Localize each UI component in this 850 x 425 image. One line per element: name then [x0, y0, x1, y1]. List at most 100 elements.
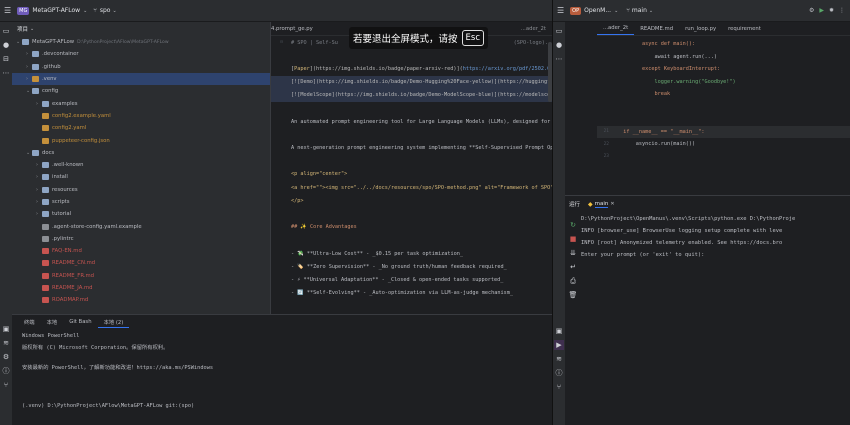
tree-item[interactable]: › .well-known [12, 159, 270, 171]
print-icon[interactable]: ⎙ [568, 276, 578, 286]
problems-icon[interactable]: ⓘ [554, 368, 564, 378]
tree-item[interactable]: ⌄ MetaGPT-AFLow D:\PythonProject\AFlow\Met… [12, 36, 270, 48]
tree-item[interactable]: .agent-store-config.yaml.example [12, 220, 270, 232]
close-icon[interactable]: ✕ [610, 201, 614, 207]
wrap-icon[interactable]: ↵ [568, 262, 578, 272]
layers-icon[interactable]: ≋ [1, 338, 11, 348]
tree-item-label: .devcontainer [42, 51, 79, 58]
editor-tab[interactable]: README.md [634, 23, 679, 35]
github-icon[interactable]: ● [1, 40, 11, 50]
menu-icon[interactable]: ☰ [4, 6, 11, 15]
run-config-icon[interactable]: ⚙ [809, 7, 814, 14]
run-icon[interactable]: ▶ [819, 7, 824, 14]
tree-item[interactable]: config2.yaml [12, 122, 270, 134]
terminal-tab[interactable]: 本地 [41, 316, 64, 328]
editor-tab[interactable]: ...ader_2t [521, 26, 546, 32]
project-tree: ⌄ MetaGPT-AFLow D:\PythonProject\AFlow\Met… [12, 36, 270, 307]
file-icon [42, 112, 49, 119]
terminal-tab[interactable]: Git Bash [63, 316, 97, 328]
tree-item[interactable]: › .venv [12, 72, 270, 86]
tree-item-label: puppeteer-config.json [52, 137, 110, 144]
line-number: 23 [603, 154, 609, 160]
tree-item[interactable]: › .github [12, 61, 270, 73]
terminal-output[interactable]: Windows PowerShell 版权所有 (C) Microsoft Cor… [12, 329, 552, 417]
panel-title[interactable]: 项目 [17, 25, 28, 33]
tree-item-label: .pylintrc [52, 235, 74, 242]
code-token: - 🏷️ **Zero Supervision** - _No ground t… [291, 263, 507, 270]
tree-item[interactable]: FAQ-EN.md [12, 245, 270, 257]
structure-icon[interactable]: ⊟ [1, 54, 11, 64]
tree-item[interactable]: puppeteer-config.json [12, 134, 270, 146]
code-token: if __name__ == "__main__": [617, 128, 705, 135]
tree-item[interactable]: › scripts [12, 196, 270, 208]
tree-item[interactable]: › examples [12, 97, 270, 109]
tree-item[interactable]: .pylintrc [12, 233, 270, 245]
stop-icon[interactable]: ■ [568, 234, 578, 244]
tree-item[interactable]: › resources [12, 184, 270, 196]
tree-item-label: config2.yaml [52, 125, 87, 132]
project-name[interactable]: MetaGPT-AFLow [32, 7, 80, 14]
terminal-tab[interactable]: 终端 [18, 316, 41, 328]
more-icon[interactable]: ⋯ [554, 54, 564, 64]
menu-icon[interactable]: ☰ [557, 6, 564, 15]
services-icon[interactable]: ⚙ [1, 352, 11, 362]
code-content[interactable]: async def main(): await agent.run(...) e… [597, 38, 850, 194]
tree-item-label: README_FR.md [52, 272, 95, 279]
editor-tab[interactable]: run_loop.py [679, 23, 722, 35]
rerun-icon[interactable]: ↻ [568, 220, 578, 230]
python-console-icon[interactable]: ▣ [554, 326, 564, 336]
tree-item[interactable]: README_JA.md [12, 282, 270, 294]
git-icon[interactable]: ⑂ [554, 382, 564, 392]
code-token: <a href=""><img src="../../docs/resource… [291, 184, 566, 191]
code-token: [![ModelScope](https://img.shields.io/ba… [291, 92, 566, 99]
branch-name[interactable]: spo [100, 7, 111, 14]
folder-icon [42, 174, 49, 181]
editor-tab[interactable]: 4.prompt_ge.py [271, 26, 313, 32]
tree-item[interactable]: › .devcontainer [12, 48, 270, 60]
code-line: async def main(): [597, 38, 850, 51]
python-console-icon[interactable]: ▣ [1, 324, 11, 334]
branch-name[interactable]: main [632, 7, 647, 14]
trash-icon[interactable]: 🗑 [568, 290, 578, 300]
line-number: 21 [603, 129, 609, 135]
run-tool-icon[interactable]: ▶ [554, 340, 564, 350]
tree-item-label: .agent-store-config.yaml.example [52, 223, 142, 230]
tree-item[interactable]: ⌄ config [12, 85, 270, 97]
problems-icon[interactable]: ⓘ [1, 366, 11, 376]
debug-icon[interactable]: ✹ [829, 7, 834, 14]
code-line: 22 asyncio.run(main()) [597, 138, 850, 151]
tree-item-label: .venv [42, 76, 57, 83]
tree-item[interactable]: README_CN.md [12, 257, 270, 269]
folder-icon[interactable]: ▭ [1, 26, 11, 36]
more-icon[interactable]: ⋯ [1, 68, 11, 78]
code-token: asyncio.run(main()) [617, 141, 696, 148]
tree-item[interactable]: README_FR.md [12, 270, 270, 282]
tree-item[interactable]: ⌄ docs [12, 147, 270, 159]
tree-item[interactable]: › tutorial [12, 208, 270, 220]
tree-item-label: ROADMAP.md [52, 297, 89, 304]
more-icon[interactable]: ⋮ [839, 7, 845, 14]
editor-tab[interactable]: requirement [722, 23, 767, 35]
line-number: 22 [603, 141, 609, 147]
code-token: - ⚡ **Universal Adaptation** - _Closed &… [291, 276, 504, 283]
github-icon[interactable]: ● [554, 40, 564, 50]
scroll-icon[interactable]: ⇊ [568, 248, 578, 258]
terminal-tab[interactable]: 本地 (2) [97, 316, 130, 328]
folder-icon [42, 211, 49, 218]
layers-icon[interactable]: ≋ [554, 354, 564, 364]
tree-item[interactable]: › install [12, 171, 270, 183]
folder-icon[interactable]: ▭ [554, 26, 564, 36]
code-token: An automated prompt engineering tool for… [291, 118, 566, 125]
project-name[interactable]: OpenM... [584, 7, 611, 14]
run-output[interactable]: D:\PythonProject\OpenManus\.venv\Scripts… [581, 216, 850, 264]
git-icon[interactable]: ⑂ [1, 380, 11, 390]
terminal-line: 版权所有 (C) Microsoft Corporation。保留所有权利。 [22, 345, 169, 351]
tree-item[interactable]: config2.example.yaml [12, 110, 270, 122]
editor-tab[interactable]: ...ader_2t [597, 23, 635, 35]
tree-item[interactable]: ROADMAP.md [12, 294, 270, 306]
chevron-down-icon: ⌄ [83, 7, 88, 14]
run-config-tab[interactable]: main [594, 201, 609, 208]
